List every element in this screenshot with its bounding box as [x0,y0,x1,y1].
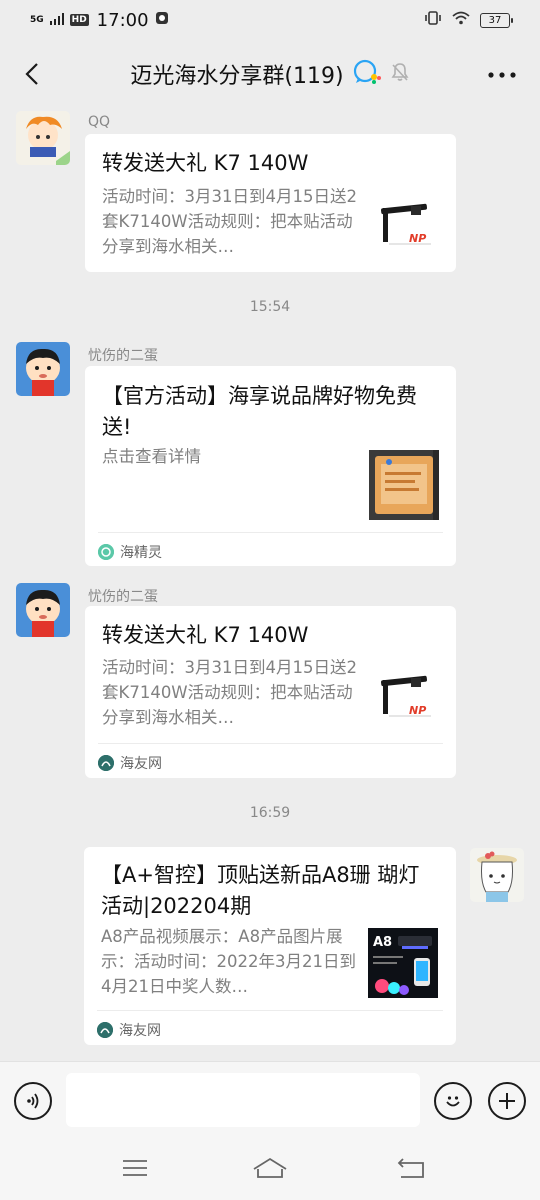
avatar[interactable] [16,111,70,165]
timestamp: 16:59 [249,805,291,821]
emoji-button[interactable] [434,1082,472,1120]
return-button[interactable] [392,1153,432,1183]
avatar[interactable] [470,848,524,902]
more-actions-button[interactable] [488,1082,526,1120]
menu-icon [123,1160,147,1176]
card-thumbnail: NP [369,666,439,736]
card-title: 【官方活动】海享说品牌好物免费送! [102,384,417,439]
more-button[interactable] [484,60,520,90]
emoji-icon [446,1096,460,1107]
np-logo-text: NP [409,232,426,245]
link-card[interactable]: 转发送大礼 K7 140W 活动时间：3月31日到4月15日送2套K7140W活… [85,134,456,272]
menu-button[interactable] [115,1153,155,1183]
link-card[interactable]: 【官方活动】海享说品牌好物免费送! 点击查看详情 海精灵 [85,366,456,566]
group-chat-icon [352,59,382,89]
status-time: 17:00 [96,9,149,31]
haiyouwang-icon [97,1022,113,1038]
chat-header: 迈光海水分享群(119) [0,40,540,110]
source-name: 海友网 [119,1023,161,1039]
network-indicator: 5G [30,14,44,25]
timestamp: 15:54 [249,299,291,315]
card-title: 转发送大礼 K7 140W [102,151,309,175]
card-source: 海友网 [97,1010,443,1040]
system-nav-bar [0,1141,540,1200]
avatar[interactable] [16,583,70,637]
status-bar: 5G HD 17:00 37 [0,0,540,40]
card-thumbnail: A8 [368,928,438,998]
home-icon [253,1157,287,1178]
avatar[interactable] [16,342,70,396]
voice-icon [27,1093,39,1109]
vibrate-icon [424,10,442,30]
card-description: 活动时间：3月31日到4月15日送2套K7140W活动规则：把本贴活动分享到海水… [102,658,357,727]
card-description: A8产品视频展示：A8产品图片展示：活动时间：2022年3月21日到4月21日中… [101,927,356,996]
sender-name: 忧伤的二蛋 [88,348,158,364]
link-card[interactable]: 【A+智控】顶贴送新品A8珊 瑚灯活动|202204期 A8产品视频展示：A8产… [84,847,456,1045]
card-title: 【A+智控】顶贴送新品A8珊 瑚灯活动|202204期 [101,863,420,918]
mute-bell-icon [390,62,410,86]
app-notification-icon [155,10,169,30]
haiyouwang-icon [98,755,114,771]
battery-indicator: 37 [480,12,513,28]
source-name: 海精灵 [120,545,162,561]
a8-logo-text: A8 [373,935,392,950]
return-icon [397,1158,424,1178]
source-name: 海友网 [120,756,162,772]
sender-name: 忧伤的二蛋 [88,589,158,605]
card-description: 点击查看详情 [102,447,201,466]
message-input-bar [0,1061,540,1141]
link-card[interactable]: 转发送大礼 K7 140W 活动时间：3月31日到4月15日送2套K7140W活… [85,606,456,778]
more-icon [488,72,516,78]
plus-icon [499,1093,515,1109]
sender-name: QQ [88,114,111,130]
home-button[interactable] [250,1153,290,1183]
card-thumbnail [369,450,439,520]
hd-badge: HD [69,14,89,26]
wifi-icon [452,10,470,30]
np-logo-text: NP [409,704,426,717]
card-title: 转发送大礼 K7 140W [102,623,309,647]
card-thumbnail: NP [369,194,439,264]
message-input[interactable] [66,1073,420,1127]
haijingling-icon [98,544,114,560]
voice-button[interactable] [14,1082,52,1120]
chat-title[interactable]: 迈光海水分享群(119) [130,58,343,90]
card-source: 海友网 [98,743,443,773]
signal-icon [49,10,64,30]
card-source: 海精灵 [98,532,443,562]
card-description: 活动时间：3月31日到4月15日送2套K7140W活动规则：把本贴活动分享到海水… [102,187,357,256]
